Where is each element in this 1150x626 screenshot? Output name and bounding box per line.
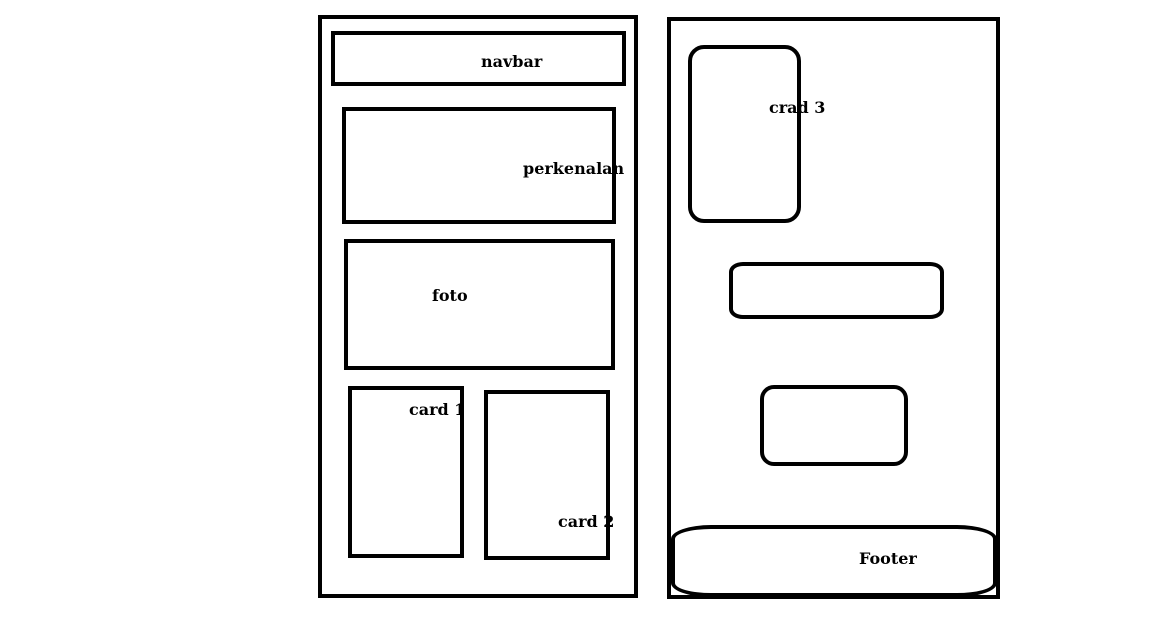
card3-box <box>688 45 801 223</box>
footer-box <box>671 525 997 597</box>
navbar-label: navbar <box>481 52 543 71</box>
navbar-box <box>331 31 626 86</box>
footer-label: Footer <box>859 549 917 568</box>
card1-label: card 1 <box>409 400 466 419</box>
wide-rounded-box <box>729 262 944 319</box>
card2-label: card 2 <box>558 512 615 531</box>
card3-label: crad 3 <box>769 98 826 117</box>
card2-box <box>484 390 610 560</box>
foto-box <box>344 239 615 370</box>
small-rounded-box <box>760 385 908 466</box>
foto-label: foto <box>432 286 468 305</box>
perkenalan-label: perkenalan <box>523 159 625 178</box>
